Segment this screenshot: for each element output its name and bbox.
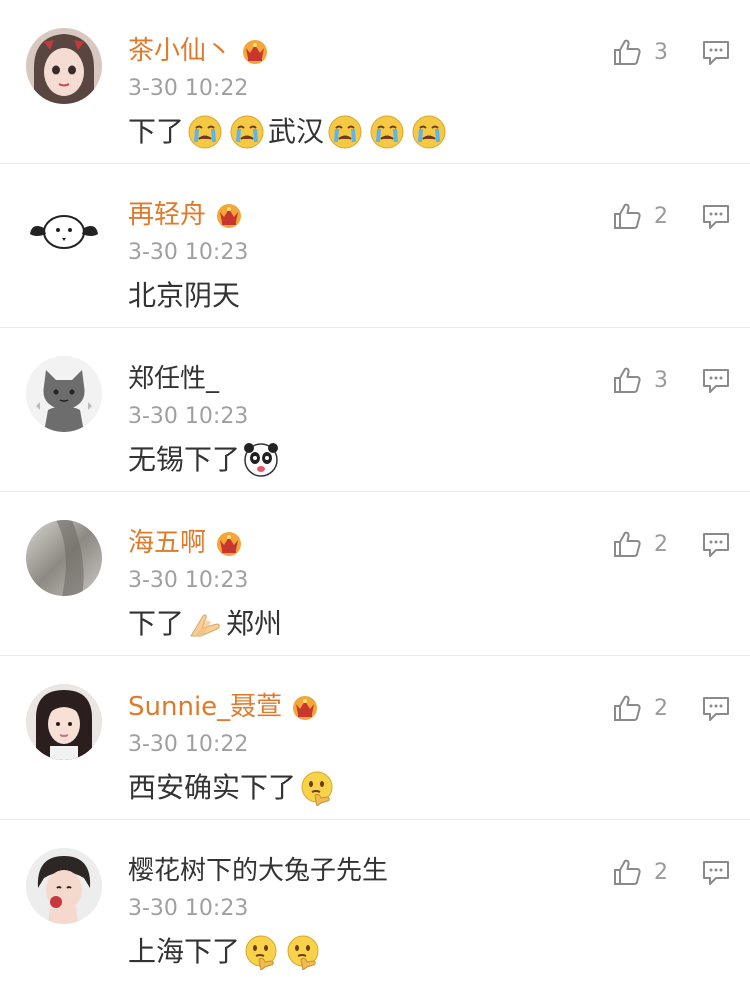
comment-text-part: 下了 bbox=[128, 115, 185, 148]
reply-comment-icon[interactable] bbox=[702, 532, 730, 558]
avatar[interactable] bbox=[26, 192, 102, 268]
girl-avatar-icon bbox=[26, 28, 102, 104]
reply-comment-icon[interactable] bbox=[702, 204, 730, 230]
comment-text: 下了 武汉 bbox=[128, 112, 450, 152]
username[interactable]: Sunnie_聂萱 bbox=[128, 690, 282, 724]
like-count: 2 bbox=[654, 695, 668, 721]
reply-comment-icon[interactable] bbox=[702, 40, 730, 66]
reply-comment-icon[interactable] bbox=[702, 368, 730, 394]
comment-text-part: 西安确实下了 bbox=[128, 771, 297, 804]
thumbs-up-icon bbox=[612, 365, 642, 395]
thumbs-up-icon bbox=[612, 857, 642, 887]
comment-text-part: 下了 bbox=[128, 607, 185, 640]
comment-time: 3-30 10:23 bbox=[128, 404, 249, 429]
comment-item: Sunnie_聂萱 3-30 10:22 西安确实下了 2 bbox=[0, 656, 750, 820]
reply-comment-icon[interactable] bbox=[702, 696, 730, 722]
avatar[interactable] bbox=[26, 848, 102, 924]
avatar[interactable] bbox=[26, 356, 102, 432]
praying-hands-emoji-icon bbox=[187, 606, 223, 642]
like-button[interactable]: 2 bbox=[612, 528, 668, 560]
username-row: 茶小仙丶 bbox=[128, 34, 270, 68]
username-row: 再轻舟 bbox=[128, 198, 244, 232]
comment-text-part: 郑州 bbox=[226, 607, 283, 640]
like-count: 3 bbox=[654, 367, 668, 393]
like-count: 2 bbox=[654, 531, 668, 557]
username[interactable]: 樱花树下的大兔子先生 bbox=[128, 854, 388, 888]
like-button[interactable]: 2 bbox=[612, 856, 668, 888]
blurry-photo-avatar-icon bbox=[26, 520, 102, 596]
thinking-emoji-icon bbox=[285, 934, 321, 970]
crying-emoji-icon bbox=[411, 114, 447, 150]
username-row: Sunnie_聂萱 bbox=[128, 690, 320, 724]
vip-crown-icon bbox=[290, 693, 320, 721]
vip-crown-icon bbox=[240, 37, 270, 65]
boy-photo-avatar-icon bbox=[26, 848, 102, 924]
username-row: 海五啊 bbox=[128, 526, 244, 560]
thumbs-up-icon bbox=[612, 201, 642, 231]
crying-emoji-icon bbox=[229, 114, 265, 150]
comment-item: 再轻舟 3-30 10:23 北京阴天 2 bbox=[0, 164, 750, 328]
reply-comment-icon[interactable] bbox=[702, 860, 730, 886]
comment-text-part: 上海下了 bbox=[128, 935, 241, 968]
avatar[interactable] bbox=[26, 520, 102, 596]
like-button[interactable]: 2 bbox=[612, 692, 668, 724]
comment-text-part: 无锡下了 bbox=[128, 443, 241, 476]
comment-text: 上海下了 bbox=[128, 932, 324, 972]
crying-emoji-icon bbox=[369, 114, 405, 150]
crying-emoji-icon bbox=[187, 114, 223, 150]
avatar[interactable] bbox=[26, 28, 102, 104]
panda-emoji-icon bbox=[243, 442, 279, 478]
comment-item: 樱花树下的大兔子先生 3-30 10:23 上海下了 2 bbox=[0, 820, 750, 984]
thinking-emoji-icon bbox=[299, 770, 335, 806]
thumbs-up-icon bbox=[612, 529, 642, 559]
comment-time: 3-30 10:23 bbox=[128, 896, 249, 921]
comment-item: 郑任性_ 3-30 10:23 无锡下了 3 bbox=[0, 328, 750, 492]
comment-item: 茶小仙丶 3-30 10:22 下了 武汉 3 bbox=[0, 0, 750, 164]
gray-cat-avatar-icon bbox=[26, 356, 102, 432]
thumbs-up-icon bbox=[612, 693, 642, 723]
avatar[interactable] bbox=[26, 684, 102, 760]
comment-text: 西安确实下了 bbox=[128, 768, 338, 808]
comment-time: 3-30 10:23 bbox=[128, 568, 249, 593]
comment-text-part: 北京阴天 bbox=[128, 279, 241, 312]
username-row: 樱花树下的大兔子先生 bbox=[128, 854, 388, 888]
comment-time: 3-30 10:22 bbox=[128, 732, 249, 757]
comment-time: 3-30 10:23 bbox=[128, 240, 249, 265]
vip-crown-icon bbox=[214, 201, 244, 229]
thumbs-up-icon bbox=[612, 37, 642, 67]
like-count: 2 bbox=[654, 203, 668, 229]
vip-crown-icon bbox=[214, 529, 244, 557]
comment-text: 无锡下了 bbox=[128, 440, 282, 480]
comment-list: 茶小仙丶 3-30 10:22 下了 武汉 3 再轻舟 3-30 10:23 北… bbox=[0, 0, 750, 984]
comment-text: 下了 郑州 bbox=[128, 604, 282, 644]
sketch-dog-avatar-icon bbox=[26, 192, 102, 268]
comment-time: 3-30 10:22 bbox=[128, 76, 249, 101]
comment-item: 海五啊 3-30 10:23 下了 郑州 2 bbox=[0, 492, 750, 656]
like-button[interactable]: 3 bbox=[612, 364, 668, 396]
comment-text: 北京阴天 bbox=[128, 276, 240, 316]
username[interactable]: 海五啊 bbox=[128, 526, 206, 560]
like-button[interactable]: 2 bbox=[612, 200, 668, 232]
like-count: 2 bbox=[654, 859, 668, 885]
comment-text-part: 武汉 bbox=[268, 115, 325, 148]
girl-photo-avatar-icon bbox=[26, 684, 102, 760]
like-button[interactable]: 3 bbox=[612, 36, 668, 68]
username[interactable]: 郑任性_ bbox=[128, 362, 219, 396]
username[interactable]: 再轻舟 bbox=[128, 198, 206, 232]
username-row: 郑任性_ bbox=[128, 362, 219, 396]
thinking-emoji-icon bbox=[243, 934, 279, 970]
crying-emoji-icon bbox=[327, 114, 363, 150]
username[interactable]: 茶小仙丶 bbox=[128, 34, 232, 68]
like-count: 3 bbox=[654, 39, 668, 65]
